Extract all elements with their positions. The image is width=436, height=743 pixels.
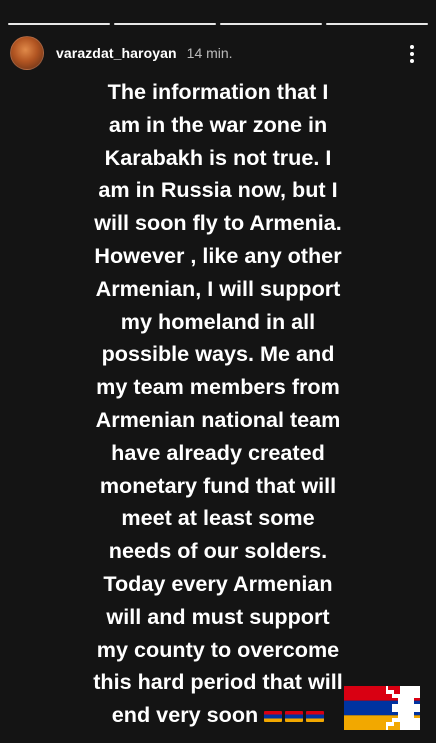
story-text: The information that I am in the war zon… xyxy=(18,76,418,732)
progress-segment xyxy=(8,23,110,25)
armenia-artsakh-flag-sticker xyxy=(344,686,420,730)
progress-segment xyxy=(220,23,322,25)
armenia-flag-emoji xyxy=(285,710,304,722)
avatar[interactable] xyxy=(10,36,44,70)
vertical-ellipsis-icon xyxy=(410,45,414,63)
progress-segment xyxy=(114,23,216,25)
timestamp: 14 min. xyxy=(186,45,233,61)
flag-emojis xyxy=(264,710,325,722)
story-header: varazdat_haroyan 14 min. xyxy=(10,36,426,70)
story-progress-bars xyxy=(8,23,428,25)
more-options-button[interactable] xyxy=(406,44,418,64)
story-viewer[interactable]: varazdat_haroyan 14 min. The information… xyxy=(0,0,436,743)
username[interactable]: varazdat_haroyan xyxy=(56,45,177,61)
story-text-body: The information that I am in the war zon… xyxy=(93,79,343,728)
armenia-flag-emoji xyxy=(306,710,325,722)
progress-segment xyxy=(326,23,428,25)
armenia-flag-emoji xyxy=(264,710,283,722)
flag-sticker[interactable] xyxy=(344,686,420,730)
